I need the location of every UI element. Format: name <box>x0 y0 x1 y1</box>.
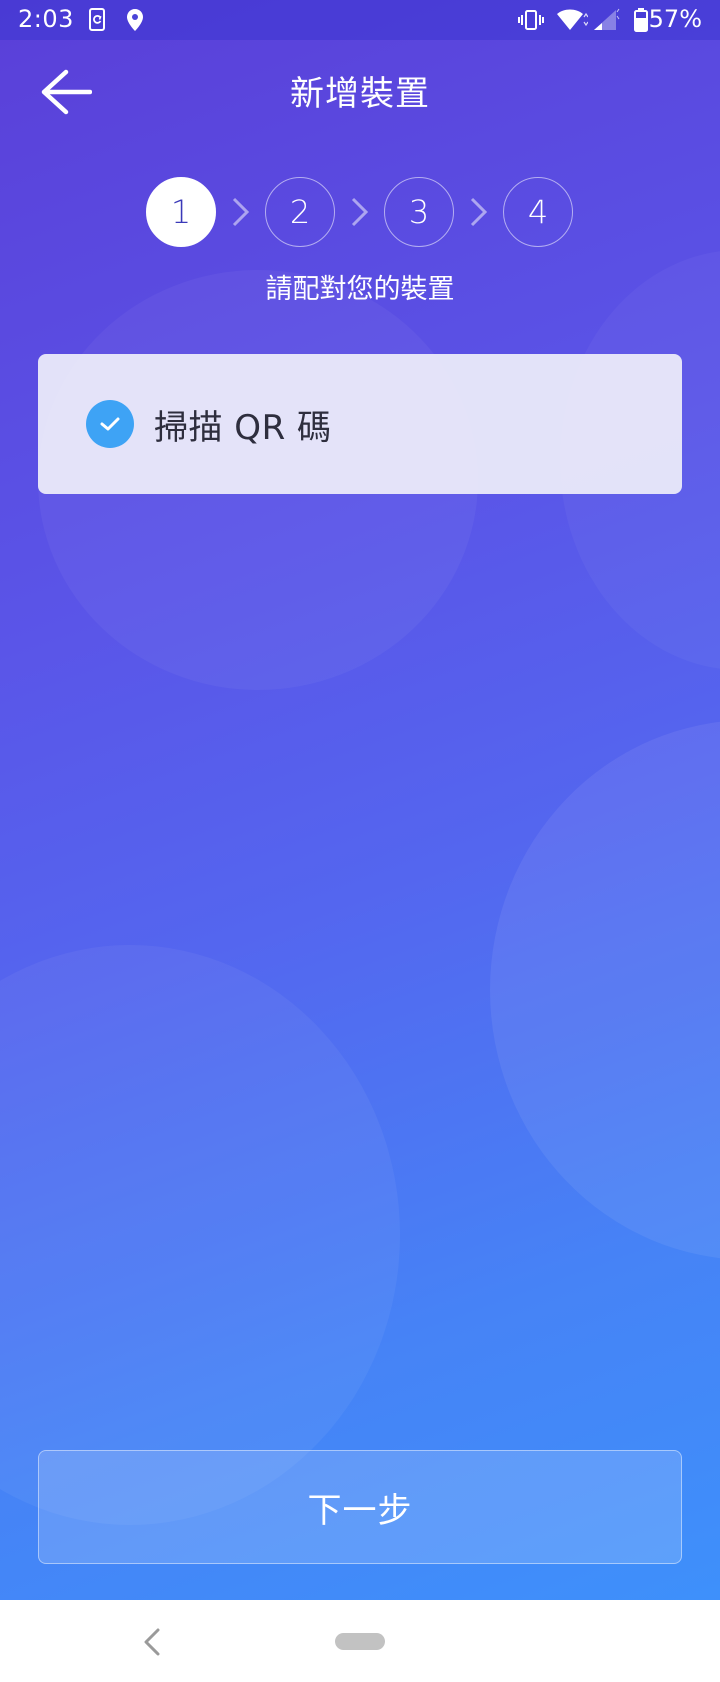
chevron-right-icon <box>470 197 488 227</box>
status-time: 2:03 <box>18 5 74 33</box>
location-icon <box>124 8 148 32</box>
battery-percent: 57% <box>648 5 702 33</box>
nav-back-icon[interactable] <box>136 1624 172 1660</box>
check-circle-icon <box>86 400 134 448</box>
background-bubble <box>490 720 720 1260</box>
home-pill-icon[interactable] <box>335 1633 385 1650</box>
vibrate-icon <box>518 8 544 32</box>
step-caption: 請配對您的裝置 <box>265 274 455 305</box>
step-1: 1 <box>146 177 216 247</box>
app-screen: 2:03 57% 新增裝置 1 2 3 4 請配對您的裝置 掃描 QR 碼 下一… <box>0 0 720 1600</box>
next-button[interactable]: 下一步 <box>38 1450 682 1564</box>
back-button[interactable] <box>36 64 96 120</box>
step-2: 2 <box>265 177 335 247</box>
page-title: 新增裝置 <box>290 74 430 114</box>
system-nav-bar <box>0 1600 720 1682</box>
chevron-right-icon <box>351 197 369 227</box>
scan-qr-option[interactable]: 掃描 QR 碼 <box>38 354 682 494</box>
chevron-right-icon <box>232 197 250 227</box>
cell-signal-icon <box>592 8 620 32</box>
step-4: 4 <box>503 177 573 247</box>
arrow-left-icon <box>41 69 92 115</box>
step-3: 3 <box>384 177 454 247</box>
background-bubble <box>0 945 400 1525</box>
option-label: 掃描 QR 碼 <box>154 408 332 448</box>
wifi-icon <box>556 8 589 32</box>
status-bar: 2:03 57% <box>0 0 720 40</box>
sync-app-icon <box>88 8 112 32</box>
